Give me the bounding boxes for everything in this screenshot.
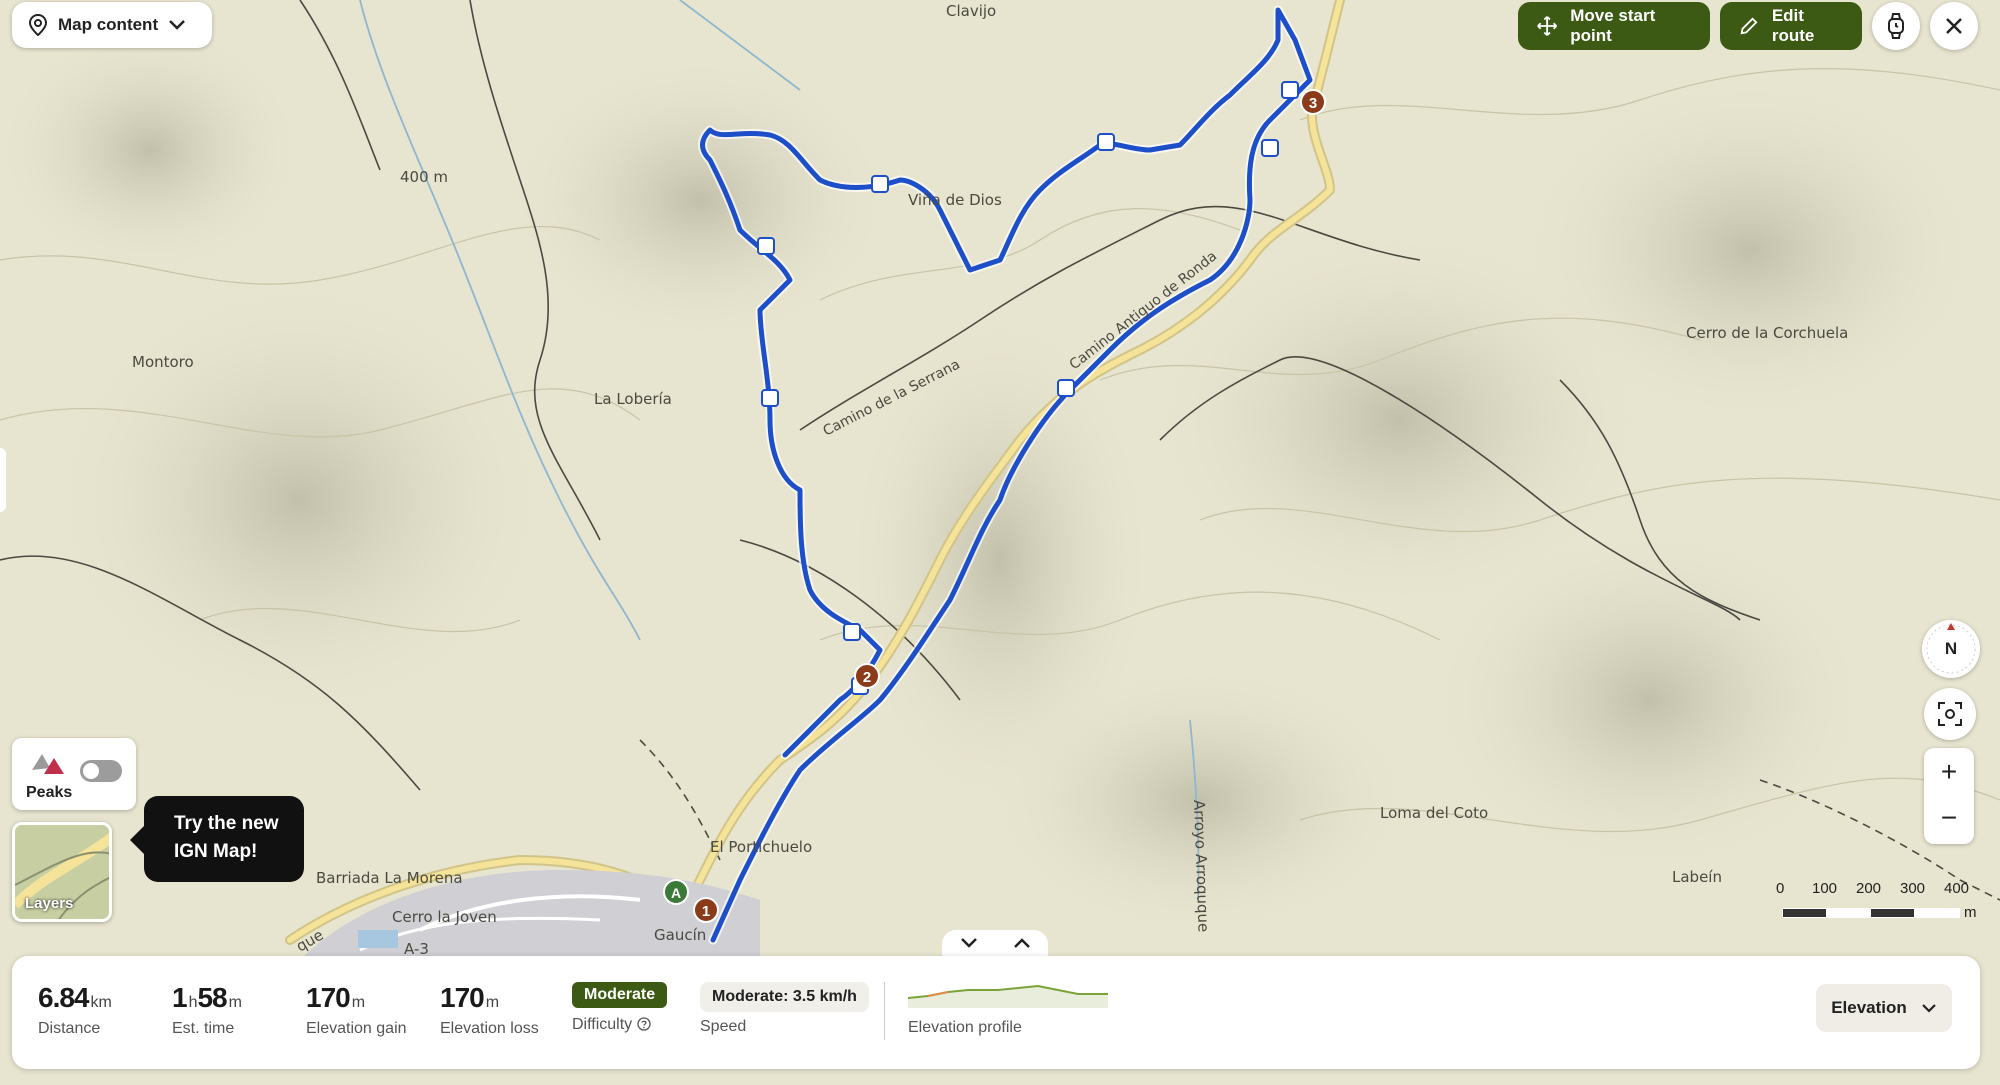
close-button[interactable] (1930, 2, 1978, 50)
gain-value: 170 (306, 982, 351, 1013)
loss-label: Elevation loss (440, 1020, 539, 1037)
compass-button[interactable]: N (1922, 620, 1980, 678)
time-hours: 1 (172, 982, 188, 1013)
stat-elevation-gain: 170 m Elevation gain (306, 982, 407, 1038)
move-start-point-label: Move start point (1570, 6, 1656, 45)
side-panel-handle[interactable] (0, 448, 6, 512)
move-arrows-icon (1537, 16, 1558, 36)
elevation-profile-sparkline (907, 984, 1108, 1008)
scale-tick-0: 0 (1776, 880, 1785, 897)
stats-divider (884, 982, 885, 1040)
marker-start: A (671, 885, 681, 901)
zoom-controls: + − (1924, 748, 1974, 844)
scale-bar: 0 100 200 300 400 m (1776, 880, 1977, 930)
elevation-dropdown-label: Elevation (1831, 998, 1907, 1017)
watch-sync-button[interactable] (1872, 2, 1920, 50)
chevron-down-icon[interactable] (960, 937, 978, 949)
time-minutes-unit: m (228, 994, 242, 1011)
layers-button[interactable]: Layers (12, 822, 112, 922)
stat-speed: Moderate: 3.5 km/h Speed (700, 982, 869, 1036)
tooltip-line-2: IGN Map! (174, 841, 258, 862)
difficulty-label: Difficulty (572, 1016, 633, 1033)
profile-label: Elevation profile (908, 1019, 1022, 1036)
layers-label: Layers (25, 895, 74, 912)
stat-elevation-profile[interactable]: Elevation profile (907, 982, 1108, 1037)
marker-3: 3 (1309, 95, 1317, 112)
compass-label: N (1944, 639, 1958, 658)
speed-chip[interactable]: Moderate: 3.5 km/h (700, 982, 869, 1012)
label-barriada: Barriada La Morena (316, 869, 463, 887)
peaks-toggle-card[interactable]: Peaks (12, 738, 136, 810)
time-minutes: 58 (197, 982, 227, 1013)
loss-value: 170 (440, 982, 485, 1013)
stat-time: 1 h58 m Est. time (172, 982, 242, 1038)
distance-label: Distance (38, 1020, 101, 1037)
label-loberia: La Lobería (594, 390, 672, 408)
help-icon[interactable] (636, 1017, 651, 1031)
label-loma: Loma del Coto (1380, 804, 1488, 822)
peaks-label: Peaks (26, 784, 73, 801)
gain-unit: m (351, 994, 366, 1011)
chevron-down-icon (169, 20, 185, 30)
stat-distance: 6.84 km Distance (38, 982, 112, 1038)
peaks-switch[interactable] (80, 760, 122, 782)
edit-route-button[interactable]: Edit route (1720, 2, 1862, 50)
time-label: Est. time (172, 1020, 235, 1037)
loss-unit: m (485, 994, 500, 1011)
stat-elevation-loss: 170 m Elevation loss (440, 982, 539, 1038)
distance-unit: km (90, 994, 112, 1011)
difficulty-label-row: Difficulty (572, 1016, 667, 1034)
scale-tick-100: 100 (1812, 880, 1838, 897)
edit-route-label: Edit route (1771, 6, 1815, 45)
label-contour: 400 m (400, 168, 448, 186)
close-icon (1946, 18, 1962, 34)
location-pin-icon (28, 14, 48, 36)
stat-difficulty: Moderate Difficulty (572, 982, 668, 1034)
label-labein: Labeín (1672, 868, 1722, 886)
recenter-icon (1938, 702, 1962, 726)
move-start-point-button[interactable]: Move start point (1518, 2, 1710, 50)
scale-tick-200: 200 (1856, 880, 1882, 897)
map-canvas[interactable]: 3 2 1 A Clavijo Viña de Dios Montoro La … (0, 0, 2000, 1085)
mountain-peaks-icon (32, 754, 64, 774)
chevron-up-icon[interactable] (1013, 937, 1031, 949)
map-content-label: Map content (58, 15, 159, 34)
scale-tick-400: 400 (1944, 880, 1970, 897)
watch-icon (1888, 13, 1904, 39)
label-clavijo: Clavijo (946, 2, 996, 20)
panel-toggle-tab (942, 930, 1048, 956)
zoom-out-button[interactable]: − (1924, 796, 1974, 844)
pencil-icon (1740, 17, 1758, 35)
label-cerro-joven: Cerro la Joven (392, 908, 497, 926)
speed-label: Speed (700, 1018, 747, 1035)
label-vina: Viña de Dios (908, 191, 1002, 209)
label-gaucin: Gaucín (654, 926, 706, 944)
label-portichuelo: El Portichuelo (710, 838, 812, 856)
difficulty-badge: Moderate (572, 982, 668, 1008)
ign-map-tooltip[interactable]: Try the new IGN Map! (130, 796, 304, 882)
map-content-dropdown[interactable]: Map content (12, 2, 212, 48)
chevron-down-icon (1922, 1004, 1936, 1013)
distance-value: 6.84 (38, 982, 89, 1013)
tooltip-line-1: Try the new (174, 813, 279, 834)
elevation-dropdown[interactable]: Elevation (1816, 984, 1952, 1032)
locate-button[interactable] (1924, 688, 1976, 740)
marker-2: 2 (863, 669, 871, 686)
gain-label: Elevation gain (306, 1020, 407, 1037)
label-montoro: Montoro (132, 353, 194, 371)
route-stats-panel: 6.84 km Distance 1 h58 m Est. time 170 m Ele… (12, 956, 1980, 1069)
scale-unit: m (1964, 904, 1977, 921)
label-corchuela: Cerro de la Corchuela (1686, 324, 1848, 342)
marker-1: 1 (702, 903, 710, 920)
zoom-in-button[interactable]: + (1924, 748, 1974, 796)
scale-tick-300: 300 (1900, 880, 1926, 897)
